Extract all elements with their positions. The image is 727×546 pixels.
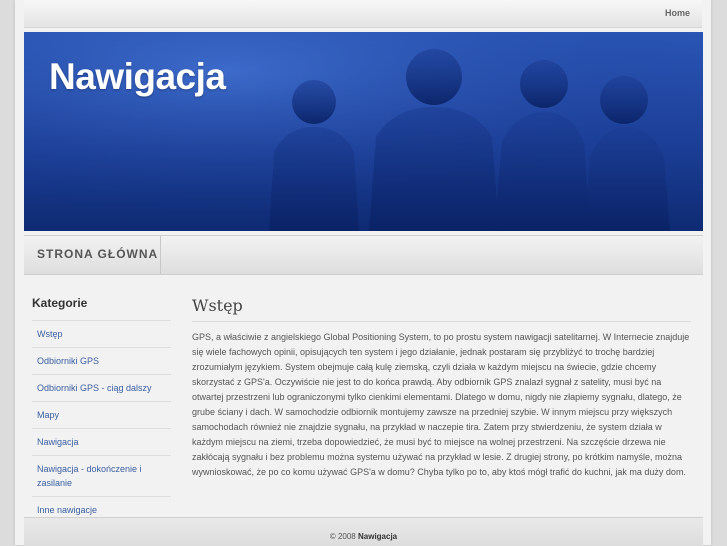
category-list: Wstęp Odbiorniki GPS Odbiorniki GPS - ci…: [32, 320, 171, 524]
footer-site-name: Nawigacja: [358, 532, 398, 541]
sidebar-item-nawigacja[interactable]: Nawigacja: [32, 429, 171, 456]
top-bar: Home: [24, 0, 702, 28]
article-body: GPS, a właściwie z angielskiego Global P…: [192, 332, 690, 477]
sidebar-item-odbiorniki-gps[interactable]: Odbiorniki GPS: [32, 348, 171, 375]
home-link[interactable]: Home: [665, 8, 690, 18]
header-banner: Nawigacja: [24, 32, 703, 231]
sidebar-item-odbiorniki-gps-ciag-dalszy[interactable]: Odbiorniki GPS - ciąg dalszy: [32, 375, 171, 402]
site-title: Nawigacja: [49, 56, 226, 97]
nav-item-label: STRONA GŁÓWNA: [37, 247, 159, 261]
footer: © 2008 Nawigacja: [24, 517, 703, 546]
main-content: Wstęp GPS, a właściwie z angielskiego Gl…: [192, 288, 691, 480]
sidebar: Kategorie Wstęp Odbiorniki GPS Odbiornik…: [32, 288, 171, 524]
sidebar-title: Kategorie: [32, 296, 88, 310]
sidebar-item-nawigacja-dokonczenie[interactable]: Nawigacja - dokończenie i zasilanie: [32, 456, 171, 497]
sidebar-item-mapy[interactable]: Mapy: [32, 402, 171, 429]
nav-item-home[interactable]: STRONA GŁÓWNA: [24, 236, 161, 274]
page: Home Nawigacja STRONA GŁÓWNA Kategorie W…: [15, 0, 711, 546]
article-title: Wstęp: [192, 296, 691, 322]
footer-copyright: © 2008 Nawigacja: [24, 532, 703, 541]
sidebar-item-wstep[interactable]: Wstęp: [32, 321, 171, 348]
copyright-label: © 2008: [329, 532, 356, 541]
main-nav: STRONA GŁÓWNA: [24, 235, 703, 275]
